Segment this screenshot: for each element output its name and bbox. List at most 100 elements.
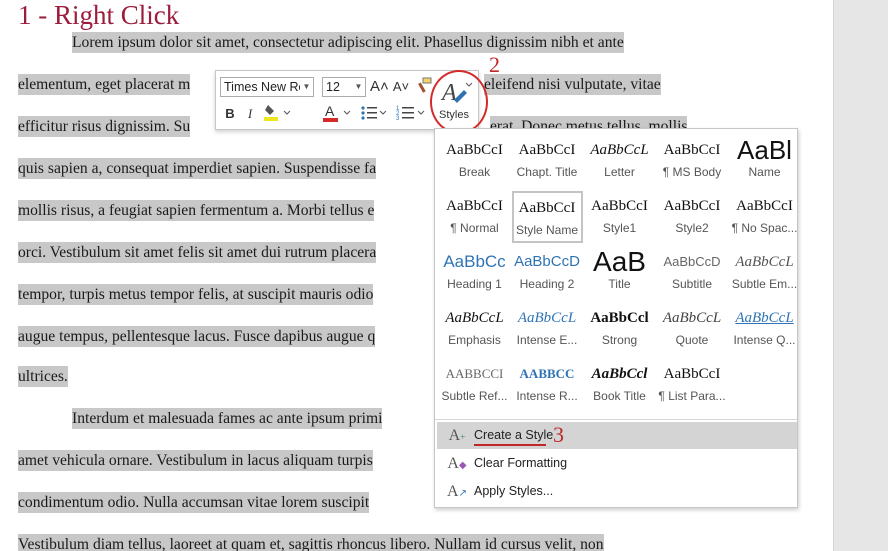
style-name: Strong <box>601 333 638 347</box>
italic-button[interactable]: I <box>242 105 258 123</box>
style-preview: AaBbCcI <box>446 198 503 214</box>
style-name: Heading 2 <box>519 277 575 291</box>
style-gallery-item[interactable]: AaBbCcL Subtle Em... <box>729 247 800 299</box>
style-gallery-item[interactable]: AaBbCcI ¶ No Spac... <box>729 191 800 243</box>
style-gallery-item[interactable]: AaBbCcI ¶ List Para... <box>657 359 728 411</box>
style-name: ¶ Normal <box>450 221 499 235</box>
clear-formatting-icon: A◆ <box>447 455 467 472</box>
style-gallery-item[interactable]: AaB Title <box>584 247 655 299</box>
style-name: Intense R... <box>516 389 578 403</box>
style-gallery-item[interactable]: AaBl Name <box>729 135 800 187</box>
page-margin <box>833 0 888 551</box>
style-name: Emphasis <box>448 333 501 347</box>
apply-styles-label: Apply Styles... <box>474 484 554 498</box>
svg-text:A: A <box>325 103 335 119</box>
style-gallery-item[interactable]: AaBbCcI Style2 <box>657 191 728 243</box>
doc-line: Interdum et malesuada fames ac ante ipsu… <box>72 408 383 429</box>
style-name: Intense Q... <box>733 333 796 347</box>
font-size-box[interactable]: 12 ▼ <box>322 77 366 97</box>
highlight-color-button[interactable] <box>262 103 292 128</box>
style-name: Subtle Em... <box>731 277 798 291</box>
style-preview: AaBbCcI <box>736 198 793 214</box>
style-preview: AaBbCcL <box>735 310 794 326</box>
annotation-circle <box>430 70 488 134</box>
doc-line: amet vehicula ornare. Vestibulum in lacu… <box>18 450 373 471</box>
style-gallery-item[interactable]: AaBbCcI Break <box>439 135 510 187</box>
style-preview: AABBCCI <box>445 366 504 381</box>
style-preview: AaBbCcI <box>663 142 721 158</box>
style-name: Book Title <box>593 389 646 403</box>
font-color-button[interactable]: A <box>322 103 356 128</box>
style-preview: AaBbCc <box>443 252 506 271</box>
style-name: Break <box>458 165 491 179</box>
shrink-font-button[interactable]: A˅ <box>392 78 410 96</box>
style-gallery-item[interactable]: AaBbCcL Intense Q... <box>729 303 800 355</box>
style-gallery-item[interactable]: AaBbCcl Strong <box>584 303 655 355</box>
style-name: Heading 1 <box>447 277 502 291</box>
style-gallery-item[interactable]: AaBbCcI Style1 <box>584 191 655 243</box>
style-gallery-item[interactable]: AaBbCcL Intense E... <box>512 303 583 355</box>
create-style-icon: A+ <box>448 427 466 444</box>
style-preview: AaBl <box>737 135 792 165</box>
font-name-box[interactable]: Times New Rom ▼ <box>220 77 314 97</box>
create-style-label: Create a Style <box>474 428 554 442</box>
style-name: Style2 <box>675 221 709 235</box>
chevron-down-icon[interactable]: ▼ <box>300 78 313 96</box>
doc-line: elementum, eget placerat m <box>18 74 191 95</box>
style-gallery-item[interactable]: AaBbCcL Emphasis <box>439 303 510 355</box>
apply-styles-icon: A↗ <box>447 483 467 500</box>
annotation-step-3: 3 <box>553 422 564 447</box>
apply-styles-command[interactable]: A↗ Apply Styles... <box>437 478 797 505</box>
style-gallery-item[interactable]: AaBbCcL Quote <box>657 303 728 355</box>
style-gallery-item[interactable]: AaBbCcI Chapt. Title <box>512 135 583 187</box>
style-preview: AaBbCcI <box>663 198 721 214</box>
numbering-icon[interactable]: 123 <box>396 103 430 128</box>
doc-line: ultrices. <box>18 366 68 387</box>
style-preview: AaBbCcI <box>591 198 648 214</box>
grow-font-button[interactable]: A˄ <box>370 78 389 96</box>
style-preview: AaBbCcL <box>590 142 649 158</box>
style-gallery-item[interactable]: AaBbCcI ¶ Normal <box>439 191 510 243</box>
style-name: Subtitle <box>671 277 713 291</box>
style-name: Subtle Ref... <box>441 389 508 403</box>
doc-line: quis sapien a, consequat imperdiet sapie… <box>18 158 377 179</box>
style-preview: AaBbCcI <box>518 142 576 158</box>
style-preview: AaBbCcL <box>662 310 722 326</box>
doc-line: augue tempus, pellentesque lacus. Fusce … <box>18 326 376 347</box>
style-preview: AABBCC <box>519 366 575 381</box>
style-name: ¶ No Spac... <box>731 221 798 235</box>
style-gallery-item[interactable]: AABBCC Intense R... <box>512 359 583 411</box>
style-name: Style Name <box>515 223 579 237</box>
style-gallery-item[interactable]: AaBbCcI Style Name <box>511 191 583 243</box>
bullets-icon[interactable] <box>360 103 390 128</box>
style-name: ¶ MS Body <box>662 165 722 179</box>
style-gallery-item[interactable]: AaBbCcD Heading 2 <box>512 247 583 299</box>
style-gallery-item[interactable]: AaBbCcL Letter <box>584 135 655 187</box>
style-name: Style1 <box>602 221 637 235</box>
style-name: Title <box>608 277 631 291</box>
style-preview: AaBbCcL <box>517 310 577 326</box>
style-gallery-item[interactable]: AaBbCcD Subtitle <box>657 247 728 299</box>
style-preview: AaB <box>593 247 646 277</box>
style-gallery-item[interactable]: AaBbCcl Book Title <box>584 359 655 411</box>
style-gallery-item[interactable]: AaBbCc Heading 1 <box>439 247 510 299</box>
bold-button[interactable]: B <box>222 105 238 123</box>
style-preview: AaBbCcI <box>663 366 721 382</box>
divider <box>435 419 797 420</box>
chevron-down-icon[interactable]: ▼ <box>352 78 365 96</box>
style-name: Letter <box>604 165 635 179</box>
style-gallery-item[interactable]: AaBbCcI ¶ MS Body <box>657 135 728 187</box>
style-preview: AaBbCcl <box>591 366 648 382</box>
styles-gallery: AaBbCcI Break AaBbCcI Chapt. Title AaBbCcL Le… <box>434 128 798 508</box>
style-preview: AaBbCcD <box>514 253 580 270</box>
clear-formatting-command[interactable]: A◆ Clear Formatting <box>437 450 797 477</box>
doc-line: mollis risus, a feugiat sapien fermentum… <box>18 200 375 221</box>
doc-line: tempor, turpis metus tempor felis, at su… <box>18 284 374 305</box>
doc-line: Vestibulum diam tellus, laoreet at quam … <box>18 529 604 551</box>
style-name: Intense E... <box>516 333 578 347</box>
style-preview: AaBbCcI <box>446 142 503 158</box>
annotation-step-2: 2 <box>489 52 500 77</box>
doc-line: condimentum odio. Nulla accumsan vitae l… <box>18 492 370 513</box>
style-preview: AaBbCcI <box>518 200 576 216</box>
style-gallery-item[interactable]: AABBCCI Subtle Ref... <box>439 359 510 411</box>
